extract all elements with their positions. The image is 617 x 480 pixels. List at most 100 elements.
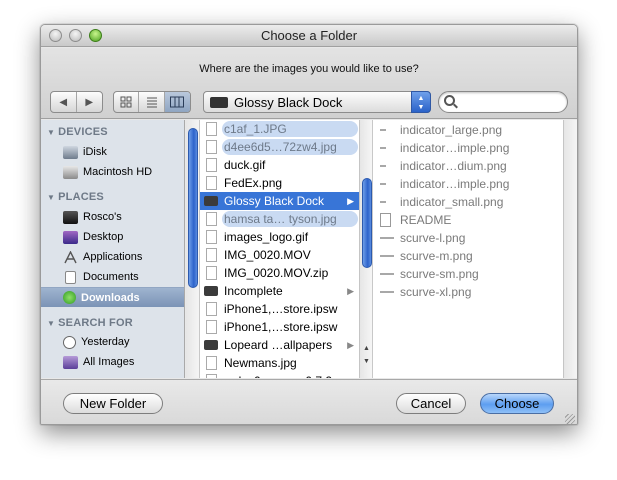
icon-view-icon[interactable] (114, 92, 140, 112)
button-bar: New Folder Cancel Choose (41, 379, 577, 424)
smart-folder-icon (63, 355, 78, 369)
sidebar-item-desktop[interactable]: Desktop (41, 227, 184, 247)
image-file-icon (380, 291, 394, 293)
file-list-item[interactable]: IMG_0020.MOV.zip (200, 264, 359, 282)
view-mode-control (113, 91, 191, 113)
file-list-item-label: scurve-sm.png (400, 267, 479, 281)
file-icon (206, 356, 217, 370)
file-list-item[interactable]: indicator_large.png (374, 121, 562, 139)
file-list-item[interactable]: iPhone1,…store.ipsw (200, 300, 359, 318)
sidebar-section-places[interactable]: ▼ PLACES (47, 191, 104, 203)
folder-icon (210, 96, 228, 108)
file-list-item[interactable]: images_logo.gif (200, 228, 359, 246)
location-label: Glossy Black Dock (234, 94, 343, 110)
image-file-icon (380, 129, 386, 131)
column1-scroll-thumb[interactable] (362, 178, 372, 268)
disclosure-arrow-icon: ▶ (347, 339, 354, 350)
file-list-item[interactable]: hamsa ta… tyson.jpg (200, 210, 359, 228)
file-list-item-label: scurve-l.png (400, 231, 466, 245)
home-icon (63, 210, 78, 224)
file-icon (206, 122, 217, 136)
file-list-item-label: Newmans.jpg (224, 356, 297, 370)
file-list-item[interactable]: c1af_1.JPG (200, 120, 359, 138)
file-list-item[interactable]: indicator…dium.png (374, 157, 562, 175)
list-view-icon[interactable] (139, 92, 165, 112)
scroll-up-arrow-icon[interactable]: ▲ (360, 342, 372, 355)
folder-icon (204, 286, 218, 296)
file-list-item[interactable]: scurve-sm.png (374, 265, 562, 283)
file-list-item[interactable]: indicator_small.png (374, 193, 562, 211)
sidebar-item-documents[interactable]: Documents (41, 267, 184, 287)
hard-drive-icon (63, 165, 78, 179)
file-list-item[interactable]: Newmans.jpg (200, 354, 359, 372)
sidebar-item-roscos[interactable]: Rosco's (41, 207, 184, 227)
file-list-item[interactable]: indicator…imple.png (374, 139, 562, 157)
file-icon (206, 248, 217, 262)
disclosure-arrow-icon: ▶ (347, 195, 354, 206)
magnifier-icon (444, 95, 455, 106)
sidebar-item-applications[interactable]: Applications (41, 247, 184, 267)
file-list-item[interactable]: iPhone1,…store.ipsw (200, 318, 359, 336)
desktop-icon (63, 230, 78, 244)
image-file-icon (380, 201, 386, 203)
column0-scroll-thumb[interactable] (188, 128, 198, 288)
window-title: Choose a Folder (260, 28, 358, 43)
file-list-item[interactable]: d4ee6d5…72zw4.jpg (200, 138, 359, 156)
file-list-item-label: hamsa ta… tyson.jpg (224, 212, 337, 226)
file-list-item-label: indicator_large.png (400, 123, 503, 137)
column-browser: c1af_1.JPG d4ee6d5…72zw4.jpg duck.gif FedEx… (186, 120, 577, 378)
documents-icon (65, 270, 76, 284)
file-list-item[interactable]: Glossy Black Dock ▶ (200, 192, 359, 210)
clock-icon (63, 335, 76, 349)
file-icon (206, 212, 217, 226)
location-popup[interactable]: Glossy Black Dock ▲ ▼ (203, 91, 431, 113)
file-list-item[interactable]: redsn0w_mac_0.7.2 (200, 372, 359, 378)
image-file-icon (380, 237, 394, 239)
file-icon (206, 302, 217, 316)
choose-button[interactable]: Choose (480, 393, 554, 414)
file-list-item-label: d4ee6d5…72zw4.jpg (224, 140, 337, 154)
column1-scrollbar[interactable]: ▲ ▼ (359, 120, 372, 378)
sidebar-item-idisk[interactable]: iDisk (41, 142, 184, 162)
file-list-item-label: Lopeard …allpapers (224, 338, 333, 352)
back-forward-control: ◀ ▶ (50, 91, 103, 113)
forward-arrow-icon[interactable]: ▶ (77, 92, 102, 112)
sidebar-item-all-images[interactable]: All Images (41, 352, 184, 372)
sidebar-item-yesterday[interactable]: Yesterday (41, 332, 184, 352)
file-list-item[interactable]: indicator…imple.png (374, 175, 562, 193)
file-icon (206, 374, 217, 378)
column-view-icon[interactable] (164, 92, 190, 112)
folder-icon (204, 340, 218, 350)
file-list-item[interactable]: scurve-xl.png (374, 283, 562, 301)
document-icon (380, 213, 391, 227)
file-list-item-label: indicator…dium.png (400, 159, 507, 173)
file-icon (206, 230, 217, 244)
file-list-item[interactable]: Lopeard …allpapers ▶ (200, 336, 359, 354)
column0-scrollbar[interactable] (186, 120, 200, 378)
sidebar-section-search-for[interactable]: ▼ SEARCH FOR (47, 317, 133, 329)
scroll-down-arrow-icon[interactable]: ▼ (360, 355, 372, 368)
file-list-item[interactable]: Incomplete ▶ (200, 282, 359, 300)
sidebar: ▼ DEVICES iDisk Macintosh HD ▼ PLACES Rosc… (41, 120, 185, 378)
column-downloads: c1af_1.JPG d4ee6d5…72zw4.jpg duck.gif FedEx… (200, 120, 373, 378)
file-list-item[interactable]: scurve-m.png (374, 247, 562, 265)
file-list-item[interactable]: README (374, 211, 562, 229)
cancel-button[interactable]: Cancel (396, 393, 466, 414)
back-arrow-icon[interactable]: ◀ (51, 92, 77, 112)
file-list-item-label: FedEx.png (224, 176, 283, 190)
sidebar-item-downloads[interactable]: Downloads (41, 287, 184, 307)
choose-folder-dialog: Choose a Folder Where are the images you… (40, 24, 578, 425)
file-list-item[interactable]: IMG_0020.MOV (200, 246, 359, 264)
sidebar-section-devices[interactable]: ▼ DEVICES (47, 126, 108, 138)
file-icon (206, 176, 217, 190)
file-list-item[interactable]: FedEx.png (200, 174, 359, 192)
disclosure-arrow-icon: ▶ (347, 285, 354, 296)
file-list-item[interactable]: scurve-l.png (374, 229, 562, 247)
file-list-item-label: iPhone1,…store.ipsw (224, 302, 338, 316)
column2-scrollbar[interactable] (563, 120, 577, 378)
sidebar-item-macintosh-hd[interactable]: Macintosh HD (41, 162, 184, 182)
file-list-item[interactable]: duck.gif (200, 156, 359, 174)
resize-grip-icon[interactable] (565, 414, 575, 424)
new-folder-button[interactable]: New Folder (63, 393, 163, 414)
search-input[interactable] (438, 91, 568, 113)
